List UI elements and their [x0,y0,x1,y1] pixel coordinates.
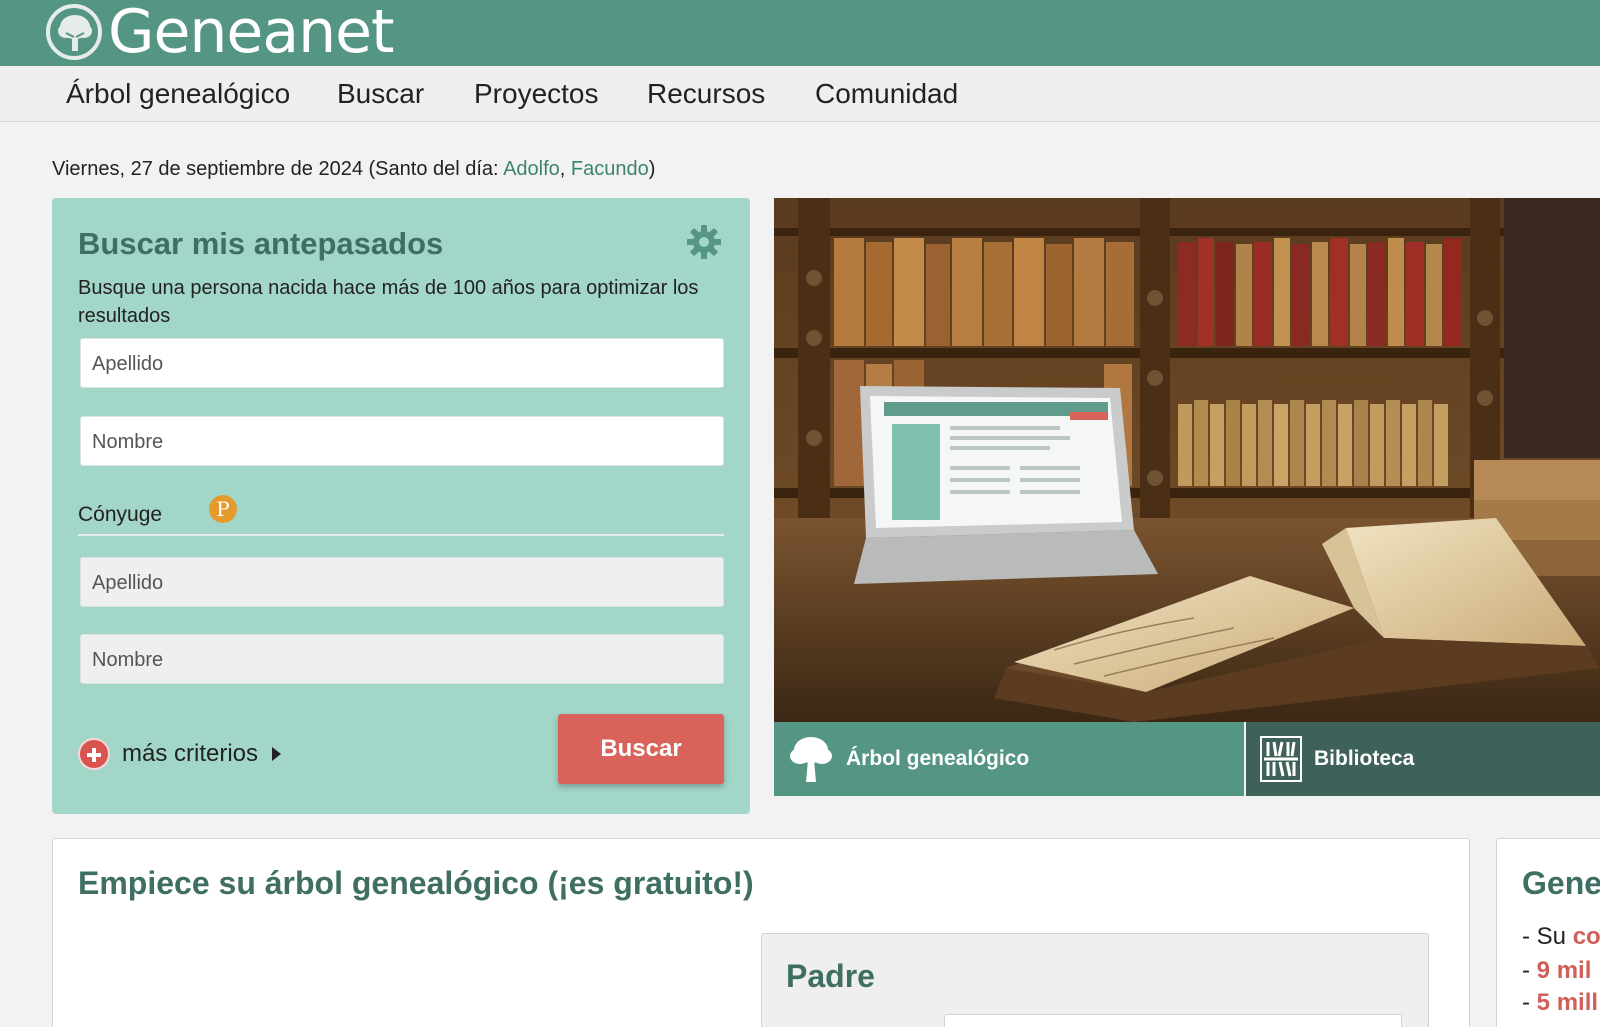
hero-image [774,198,1600,722]
hero-tabs: Árbol genealógico Biblioteca [774,722,1600,796]
stats-line-1: - Su co [1522,923,1600,951]
nav-resources[interactable]: Recursos [647,78,765,110]
search-description: Busque una persona nacida hace más de 10… [78,277,699,327]
main-nav: Árbol genealógico Buscar Proyectos Recur… [0,66,1600,122]
tree-icon [788,734,834,784]
divider [78,534,724,536]
logo-text: Geneanet [108,0,395,67]
nav-projects[interactable]: Proyectos [474,78,599,110]
geneanet-logo[interactable]: Geneanet [46,0,395,67]
tab-library[interactable]: Biblioteca [1246,722,1600,796]
gear-icon[interactable] [686,224,722,265]
stats-title: Gene [1522,865,1600,901]
father-box: Padre [761,933,1429,1027]
saint-link-1[interactable]: Adolfo [503,158,560,180]
date-suffix: ) [648,158,656,180]
saint-link-2[interactable]: Facundo [571,158,649,180]
more-criteria-toggle[interactable]: más criterios [78,737,282,771]
geneanet-stats-panel: Gene - Su co - 9 mil - 5 mill [1496,838,1600,1027]
date-separator: , [559,158,571,180]
stats-line-2: - 9 mil [1522,957,1591,985]
firstname-input[interactable]: Nombre [80,416,724,466]
plus-circle-icon [78,738,110,770]
nav-family-tree[interactable]: Árbol genealógico [66,78,290,110]
stats-line-2-prefix: - [1522,957,1537,984]
father-input[interactable] [944,1014,1402,1027]
father-title: Padre [786,958,875,994]
nav-community[interactable]: Comunidad [815,78,958,110]
stats-line-2-value: 9 mil [1536,957,1592,984]
search-button[interactable]: Buscar [558,714,724,784]
spouse-surname-input[interactable]: Apellido [80,557,724,607]
triangle-right-icon [272,747,282,761]
surname-input[interactable]: Apellido [80,338,724,388]
stats-line-1-prefix: - Su [1522,923,1573,950]
stats-line-3-value: 5 mill [1536,989,1599,1016]
tab-family-tree[interactable]: Árbol genealógico [774,722,1244,796]
site-header: Geneanet [0,0,1600,66]
more-criteria-label: más criterios [122,740,259,767]
date-line: Viernes, 27 de septiembre de 2024 (Santo… [52,158,655,181]
books-icon [1260,736,1302,782]
tab-library-label: Biblioteca [1314,747,1415,770]
stats-line-1-value: co [1572,923,1600,950]
spouse-label: Cónyuge [78,503,163,526]
ancestor-search-panel: Buscar mis antepasados Busque una person… [52,198,750,814]
premium-badge-icon: P [209,495,237,523]
spouse-firstname-input[interactable]: Nombre [80,634,724,684]
nav-search[interactable]: Buscar [337,78,424,110]
date-text: Viernes, 27 de septiembre de 2024 (Santo… [52,158,504,180]
start-tree-title: Empiece su árbol genealógico (¡es gratui… [78,865,754,901]
tree-logo-icon [46,4,102,60]
tab-family-tree-label: Árbol genealógico [846,747,1030,770]
stats-line-3-prefix: - [1522,989,1537,1016]
search-panel-title: Buscar mis antepasados [78,226,444,261]
stats-line-3: - 5 mill [1522,989,1598,1017]
start-tree-panel: Empiece su árbol genealógico (¡es gratui… [52,838,1470,1027]
